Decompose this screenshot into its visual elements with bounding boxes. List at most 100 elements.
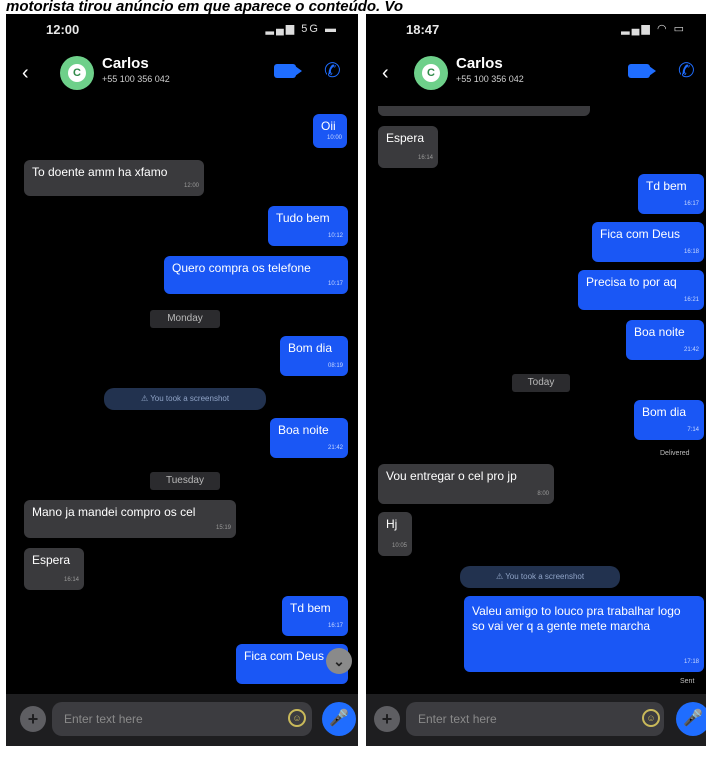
message-text: Espera bbox=[32, 553, 71, 567]
message-text: Hj bbox=[386, 517, 398, 531]
emoji-icon[interactable]: ☺ bbox=[288, 709, 306, 727]
message-time: 16:17 bbox=[683, 201, 699, 207]
message-time: 7:14 bbox=[687, 427, 699, 433]
message-text: To doente amm ha xfamo bbox=[32, 165, 168, 179]
message-bubble-out[interactable]: Quero compra os telefone 10:17 bbox=[164, 256, 348, 294]
message-bubble-out[interactable]: Boa noite 21:42 bbox=[270, 418, 348, 458]
message-text: Vou entregar o cel pro jp bbox=[386, 469, 517, 483]
message-bubble-in[interactable]: Hj 10:05 bbox=[378, 512, 412, 556]
avatar-initial: C bbox=[68, 64, 86, 82]
delivery-status: Delivered bbox=[660, 450, 690, 457]
message-time: 08:19 bbox=[327, 363, 343, 369]
message-time: 16:18 bbox=[683, 249, 699, 255]
message-bubble-in[interactable]: To doente amm ha xfamo 12:00 bbox=[24, 160, 204, 196]
right-phone-screen: 18:47 ▂▄▆ ◠ ▭ ‹ C Carlos +55 100 356 042… bbox=[366, 14, 706, 746]
message-bubble-out[interactable]: Oii 10:00 bbox=[313, 114, 347, 148]
avatar-initial: C bbox=[422, 64, 440, 82]
message-bubble-in-partial bbox=[378, 106, 590, 116]
status-bar: 12:00 ▂▄▆ 5G ▬ bbox=[6, 14, 358, 48]
screenshot-notice: ⚠ You took a screenshot bbox=[104, 388, 266, 410]
message-text: Espera bbox=[386, 131, 425, 145]
message-time: 16:14 bbox=[63, 577, 79, 583]
avatar[interactable]: C bbox=[60, 56, 94, 90]
message-text: Precisa to por aq bbox=[586, 275, 677, 289]
message-text: Tudo bem bbox=[276, 211, 330, 225]
plus-icon[interactable]: + bbox=[20, 706, 46, 732]
video-call-icon[interactable] bbox=[628, 64, 656, 78]
date-separator: Monday bbox=[150, 310, 220, 328]
microphone-icon[interactable]: 🎤 bbox=[676, 702, 706, 736]
message-text: Fica com Deus bbox=[244, 649, 325, 663]
message-text: Boa noite bbox=[278, 423, 329, 437]
screenshot-notice-text: You took a screenshot bbox=[505, 572, 585, 581]
message-time: 10:05 bbox=[391, 543, 407, 549]
message-bubble-out[interactable]: Fica com Deus 16:18 bbox=[592, 222, 704, 262]
screenshot-notice-text: You took a screenshot bbox=[150, 394, 230, 403]
date-separator: Tuesday bbox=[150, 472, 220, 490]
video-call-icon[interactable] bbox=[274, 64, 302, 78]
contact-name[interactable]: Carlos bbox=[102, 55, 149, 72]
message-text: Mano ja mandei compro os cel bbox=[32, 505, 196, 519]
chevron-down-icon[interactable]: ⌄ bbox=[326, 648, 352, 674]
message-time: 21:42 bbox=[683, 347, 699, 353]
back-icon[interactable]: ‹ bbox=[382, 62, 389, 85]
message-bubble-out[interactable]: Boa noite 21:42 bbox=[626, 320, 704, 360]
warning-icon: ⚠ bbox=[495, 572, 504, 581]
message-bubble-out[interactable]: Td bem 16:17 bbox=[638, 174, 704, 214]
message-text: Td bem bbox=[646, 179, 687, 193]
sent-status: Sent bbox=[680, 678, 695, 685]
message-input[interactable]: Enter text here bbox=[52, 702, 312, 736]
message-time: 8:00 bbox=[537, 491, 549, 497]
message-text: Quero compra os telefone bbox=[172, 261, 311, 275]
left-phone-screen: 12:00 ▂▄▆ 5G ▬ ‹ C Carlos +55 100 356 04… bbox=[6, 14, 358, 746]
message-bubble-out[interactable]: Valeu amigo to louco pra trabalhar logo … bbox=[464, 596, 704, 672]
avatar[interactable]: C bbox=[414, 56, 448, 90]
contact-number: +55 100 356 042 bbox=[456, 74, 524, 84]
emoji-icon[interactable]: ☺ bbox=[642, 709, 660, 727]
message-time: 16:14 bbox=[417, 155, 433, 161]
message-bubble-in[interactable]: Espera 16:14 bbox=[378, 126, 438, 168]
message-time: 10:17 bbox=[327, 281, 343, 287]
microphone-icon[interactable]: 🎤 bbox=[322, 702, 356, 736]
status-icons: ▂▄▆ 5G ▬ bbox=[265, 23, 338, 35]
message-time: 21:42 bbox=[327, 445, 343, 451]
message-text: Valeu amigo to louco pra trabalhar logo … bbox=[472, 604, 681, 633]
caption-banner: motorista tirou anúncio em que aparece o… bbox=[6, 0, 404, 14]
message-time: 17:18 bbox=[683, 659, 699, 665]
status-time: 18:47 bbox=[406, 22, 440, 37]
date-separator: Today bbox=[512, 374, 570, 392]
message-time: 10:00 bbox=[326, 135, 342, 141]
plus-icon[interactable]: + bbox=[374, 706, 400, 732]
message-text: Boa noite bbox=[634, 325, 685, 339]
message-bubble-out[interactable]: Bom dia 08:19 bbox=[280, 336, 348, 376]
status-time: 12:00 bbox=[46, 22, 80, 37]
message-bubble-in[interactable]: Mano ja mandei compro os cel 15:19 bbox=[24, 500, 236, 538]
message-text: Bom dia bbox=[288, 341, 333, 355]
message-time: 15:19 bbox=[215, 525, 231, 531]
warning-icon: ⚠ bbox=[140, 394, 149, 403]
message-bubble-out[interactable]: Bom dia 7:14 bbox=[634, 400, 704, 440]
message-bubble-in[interactable]: Vou entregar o cel pro jp 8:00 bbox=[378, 464, 554, 504]
back-icon[interactable]: ‹ bbox=[22, 62, 29, 85]
status-icons: ▂▄▆ ◠ ▭ bbox=[621, 23, 686, 35]
message-bubble-out[interactable]: Td bem 16:17 bbox=[282, 596, 348, 636]
contact-number: +55 100 356 042 bbox=[102, 74, 170, 84]
message-composer: + Enter text here ☺ 🎤 bbox=[366, 694, 706, 746]
message-bubble-out[interactable]: Tudo bem 10:12 bbox=[268, 206, 348, 246]
message-input[interactable]: Enter text here bbox=[406, 702, 664, 736]
message-bubble-out[interactable]: Precisa to por aq 16:21 bbox=[578, 270, 704, 310]
message-time: 12:00 bbox=[183, 183, 199, 189]
message-bubble-in[interactable]: Espera 16:14 bbox=[24, 548, 84, 590]
message-time: 16:17 bbox=[327, 623, 343, 629]
contact-name[interactable]: Carlos bbox=[456, 55, 503, 72]
message-time: 10:12 bbox=[327, 233, 343, 239]
chat-header: ‹ C Carlos +55 100 356 042 ✆ bbox=[366, 52, 706, 100]
phone-icon[interactable]: ✆ bbox=[678, 58, 695, 83]
screenshot-notice: ⚠ You took a screenshot bbox=[460, 566, 620, 588]
chat-header: ‹ C Carlos +55 100 356 042 ✆ bbox=[6, 52, 358, 100]
message-text: Bom dia bbox=[642, 405, 687, 419]
message-text: Td bem bbox=[290, 601, 331, 615]
status-bar: 18:47 ▂▄▆ ◠ ▭ bbox=[366, 14, 706, 48]
phone-icon[interactable]: ✆ bbox=[324, 58, 341, 83]
message-text: Fica com Deus bbox=[600, 227, 681, 241]
